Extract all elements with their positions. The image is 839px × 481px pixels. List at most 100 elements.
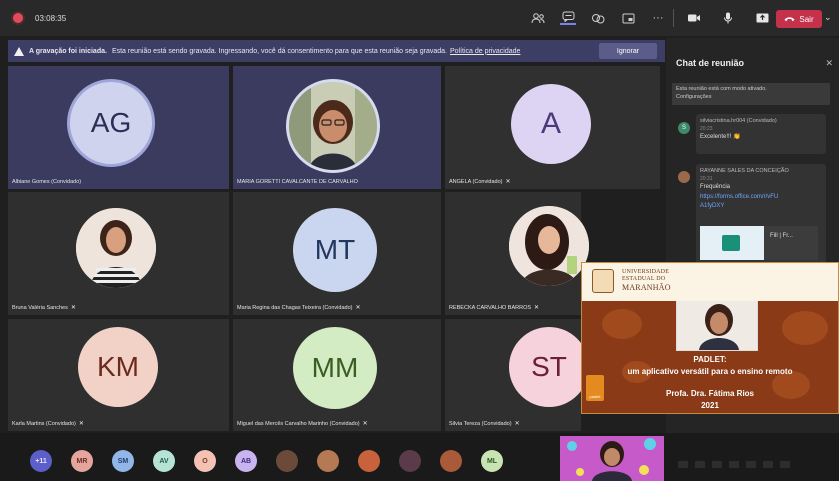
avatar [76,208,156,288]
participant-tile[interactable]: ST Silvia Tereza (Convidado) ✕ [445,319,589,431]
university-name: UNIVERSIDADE ESTADUAL DO MARANHÃO [622,269,671,292]
page-dot[interactable] [729,461,739,468]
page-dot[interactable] [678,461,688,468]
notice-text: Esta reunião está com modo ativado. [676,86,767,92]
recording-indicator-icon [13,13,23,23]
participant-name-row: Maria Regina das Chagas Teixeira (Convid… [237,304,361,311]
forms-icon [722,235,740,251]
participant-photo-bubble[interactable] [276,450,298,472]
ignore-button[interactable]: Ignorar [599,43,657,59]
participant-name-row: ANGELA (Convidado) ✕ [449,178,512,185]
participant-name: ANGELA (Convidado) [449,179,503,185]
participant-name: REBECKA CARVALHO BARROS [449,305,532,311]
participant-name: MARIA GORETTI CAVALCANTE DE CARVALHO [237,179,358,185]
university-crest-icon [592,269,614,293]
slide-title-line1: PADLET: [693,355,727,364]
participant-photo-bubble[interactable] [399,450,421,472]
participant-tile[interactable]: REBECKA CARVALHO BARROS ✕ [445,192,589,315]
chat-message: silviacristina.hr004 (Convidado) 20:23 E… [696,114,826,154]
message-text: Frequência [700,184,731,191]
mic-off-icon: ✕ [70,305,76,311]
avatar: A [511,84,591,164]
pattern-shape [602,309,642,339]
meeting-timer: 03:08:35 [35,13,67,23]
page-dot[interactable] [746,461,756,468]
link-preview-card[interactable]: Fill | Fr... [700,226,818,260]
page-dot[interactable] [763,461,773,468]
sender-avatar-icon [678,171,690,183]
card-title: Fill | Fr... [770,233,793,239]
leave-button[interactable]: Sair [776,10,822,28]
participant-photo-bubble[interactable] [358,450,380,472]
participant-bubble[interactable]: +11 [30,450,52,472]
presenter-video [676,301,758,351]
participant-bubble[interactable]: SM [112,450,134,472]
mic-off-icon: ✕ [78,421,84,427]
message-link[interactable]: https://forms.office.com/r/vFUA1fyDXY [700,193,780,212]
settings-link[interactable]: Configurações [676,93,826,101]
slide-title-line2: um aplicativo versátil para o ensino rem… [627,367,793,376]
avatar: MM [293,327,377,409]
participant-name: Miguel das Mercês Carvalho Marinho (Conv… [237,421,360,427]
rooms-icon[interactable] [620,11,636,25]
participant-tile[interactable]: Bruna Valéria Sanches ✕ [8,192,229,315]
chat-title: Chat de reunião [676,58,745,68]
uni-line: UNIVERSIDADE [622,269,670,275]
avatar: MT [293,208,377,292]
slide-author: Profa. Dra. Fátima Rios [665,389,755,398]
avatar [289,82,377,170]
participants-icon[interactable] [530,11,546,25]
participant-name-row: Silvia Tereza (Convidado) ✕ [449,420,521,427]
camera-icon[interactable] [686,11,702,25]
participant-name-row: Miguel das Mercês Carvalho Marinho (Conv… [237,420,369,427]
share-icon[interactable] [754,11,770,25]
banner-heading: A gravação foi iniciada. [29,47,107,55]
page-dot[interactable] [780,461,790,468]
participant-bubble[interactable]: AV [153,450,175,472]
participant-name: Maria Regina das Chagas Teixeira (Convid… [237,305,353,311]
participant-tile[interactable]: KM Karla Martins (Convidado) ✕ [8,319,229,431]
leave-label: Sair [799,14,814,24]
close-icon[interactable]: ✕ [825,58,833,69]
meeting-chat-panel: Chat de reunião ✕ Esta reunião está com … [666,38,839,481]
chat-notice: Esta reunião está com modo ativado. Conf… [672,83,830,105]
phone-hangup-icon [784,17,795,22]
participant-name: Bruna Valéria Sanches [12,305,68,311]
uni-line: MARANHÃO [622,282,671,292]
page-dot[interactable] [712,461,722,468]
page-dot[interactable] [695,461,705,468]
participant-bubble[interactable]: ML [481,450,503,472]
participant-name-row: Bruna Valéria Sanches ✕ [12,304,77,311]
participant-tile[interactable]: AG Albiane Gomes (Convidado) [8,66,229,189]
pattern-shape [782,311,828,345]
mic-off-icon: ✕ [355,305,361,311]
participant-bubble[interactable]: MR [71,450,93,472]
participant-tile[interactable]: A ANGELA (Convidado) ✕ [445,66,660,189]
chevron-down-icon[interactable]: ⌄ [824,12,832,23]
participant-tile[interactable]: MT Maria Regina das Chagas Teixeira (Con… [233,192,441,315]
self-video-preview[interactable] [560,436,664,481]
mic-icon[interactable] [720,11,736,25]
toolbar-icons: ··· [530,0,666,36]
recording-banner: A gravação foi iniciada. Esta reunião es… [8,40,665,62]
warning-icon [14,46,24,56]
participant-photo-bubble[interactable] [440,450,462,472]
chat-message: RAYANNE SALES DA CONCEIÇÃO 20:31 Frequên… [696,164,826,264]
participant-photo-bubble[interactable] [317,450,339,472]
participant-tile[interactable]: MARIA GORETTI CAVALCANTE DE CARVALHO [233,66,441,189]
participant-bubble[interactable]: O [194,450,216,472]
chat-icon[interactable] [560,11,576,25]
participant-name-row: Karla Martins (Convidado) ✕ [12,420,85,427]
avatar: AG [70,82,152,164]
sender-avatar: S [678,122,690,134]
teams-meeting-window: 03:08:35 ··· Sair ⌄ A gravação foi inici… [0,0,839,481]
privacy-policy-link[interactable]: Política de privacidade [450,48,520,55]
participant-tile[interactable]: MM Miguel das Mercês Carvalho Marinho (C… [233,319,441,431]
participant-bubble[interactable]: AB [235,450,257,472]
participant-name-row: REBECKA CARVALHO BARROS ✕ [449,304,540,311]
forms-thumbnail [700,226,764,260]
more-icon[interactable]: ··· [650,11,666,25]
uni-line: ESTADUAL DO [622,275,666,282]
reactions-icon[interactable] [590,11,606,25]
participant-name: Karla Martins (Convidado) [12,421,76,427]
